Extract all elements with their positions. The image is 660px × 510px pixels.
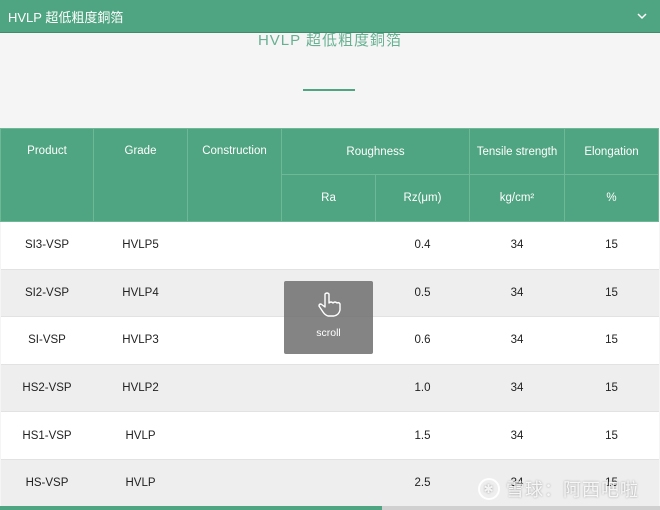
cell-construction: [187, 316, 282, 365]
cell-tensile: 34: [469, 316, 565, 365]
top-bar-title: HVLP 超低粗度銅箔: [8, 9, 124, 25]
table-row: HS1-VSP HVLP 1.5 34 15: [0, 411, 659, 460]
col-header-ra: Ra: [281, 174, 376, 222]
top-bar[interactable]: HVLP 超低粗度銅箔: [0, 0, 660, 33]
scroll-hint-label: scroll: [316, 327, 341, 339]
cell-ra: [281, 411, 376, 460]
cell-product: SI-VSP: [0, 316, 94, 365]
cell-ra: [281, 364, 376, 413]
table-row: HS2-VSP HVLP2 1.0 34 15: [0, 364, 659, 413]
hand-pointer-icon: [310, 291, 346, 317]
col-header-roughness: Roughness: [281, 128, 470, 175]
col-header-tensile-unit: kg/cm²: [469, 174, 565, 222]
title-underline: [303, 89, 355, 91]
cell-grade: HVLP5: [93, 221, 188, 270]
cell-product: HS2-VSP: [0, 364, 94, 413]
cell-elongation: 15: [564, 221, 659, 270]
cell-grade: HVLP4: [93, 269, 188, 318]
horizontal-scrollbar[interactable]: [0, 506, 660, 510]
cell-product: HS1-VSP: [0, 411, 94, 460]
cell-construction: [187, 411, 282, 460]
cell-rz: 0.5: [375, 269, 470, 318]
cell-construction: [187, 364, 282, 413]
cell-product: SI3-VSP: [0, 221, 94, 270]
cell-rz: 0.6: [375, 316, 470, 365]
chevron-down-icon[interactable]: [634, 9, 650, 23]
cell-tensile: 34: [469, 364, 565, 413]
watermark-text: 雪球：阿西吧啦: [506, 480, 639, 500]
cell-grade: HVLP2: [93, 364, 188, 413]
cell-elongation: 15: [564, 364, 659, 413]
cell-elongation: 15: [564, 269, 659, 318]
cell-grade: HVLP3: [93, 316, 188, 365]
scroll-hint-overlay: scroll: [284, 281, 373, 354]
cell-tensile: 34: [469, 221, 565, 270]
cell-rz: 1.0: [375, 364, 470, 413]
scrollbar-thumb[interactable]: [0, 506, 382, 510]
cell-construction: [187, 221, 282, 270]
col-header-grade: Grade: [93, 128, 188, 222]
cell-rz: 2.5: [375, 459, 470, 508]
watermark: ✱ 雪球：阿西吧啦: [478, 477, 639, 501]
table-row: SI3-VSP HVLP5 0.4 34 15: [0, 221, 659, 270]
cell-rz: 1.5: [375, 411, 470, 460]
cell-elongation: 15: [564, 316, 659, 365]
cell-grade: HVLP: [93, 459, 188, 508]
cell-construction: [187, 269, 282, 318]
col-header-tensile: Tensile strength: [469, 128, 565, 175]
cell-product: SI2-VSP: [0, 269, 94, 318]
cell-tensile: 34: [469, 269, 565, 318]
cell-ra: [281, 221, 376, 270]
cell-elongation: 15: [564, 411, 659, 460]
cell-tensile: 34: [469, 411, 565, 460]
cell-rz: 0.4: [375, 221, 470, 270]
section-banner: HVLP 超低粗度銅箔: [0, 32, 660, 128]
col-header-rz: Rz(μm): [375, 174, 470, 222]
col-header-elongation-unit: %: [564, 174, 659, 222]
cell-grade: HVLP: [93, 411, 188, 460]
col-header-construction: Construction: [187, 128, 282, 222]
snowball-logo-icon: ✱: [478, 478, 500, 500]
col-header-product: Product: [0, 128, 94, 222]
cell-construction: [187, 459, 282, 508]
col-header-elongation: Elongation: [564, 128, 659, 175]
cell-product: HS-VSP: [0, 459, 94, 508]
cell-ra: [281, 459, 376, 508]
